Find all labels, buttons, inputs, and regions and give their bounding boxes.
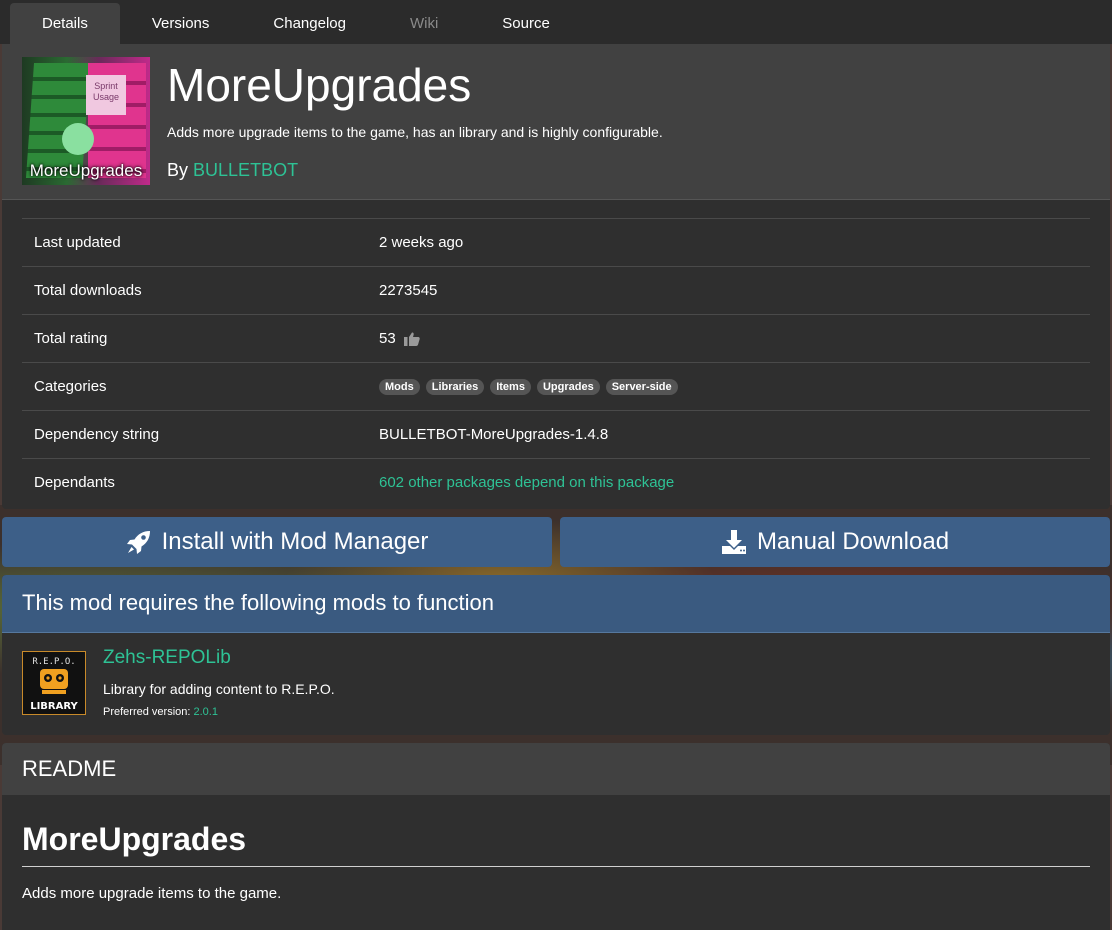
dependency-string-value[interactable]: BULLETBOT-MoreUpgrades-1.4.8 xyxy=(379,426,608,443)
repolib-icon-top: R.E.P.O. xyxy=(32,657,75,667)
info-value: 2 weeks ago xyxy=(379,234,464,251)
category-chip-items[interactable]: Items xyxy=(490,378,531,395)
category-chips: Mods Libraries Items Upgrades Server-sid… xyxy=(379,378,680,395)
logo-caption: MoreUpgrades xyxy=(29,161,143,180)
author-link[interactable]: BULLETBOT xyxy=(193,160,298,180)
info-row-rating: Total rating 53 xyxy=(22,314,1090,362)
dependency-icon[interactable]: R.E.P.O. LIBRARY xyxy=(22,651,86,715)
package-description: Adds more upgrade items to the game, has… xyxy=(167,124,663,140)
category-chip-mods[interactable]: Mods xyxy=(379,378,420,395)
dependency-description: Library for adding content to R.E.P.O. xyxy=(103,681,335,697)
dependencies-header: This mod requires the following mods to … xyxy=(2,575,1110,633)
dependency-name-link[interactable]: Zehs-REPOLib xyxy=(103,647,231,669)
version-label: Preferred version: xyxy=(103,706,191,718)
tab-bar: Details Versions Changelog Wiki Source xyxy=(0,0,1112,44)
readme-text: Adds more upgrade items to the game. xyxy=(22,885,282,902)
rating-count: 53 xyxy=(379,330,396,347)
dependencies-card: This mod requires the following mods to … xyxy=(2,575,1110,735)
info-label: Total rating xyxy=(34,330,108,347)
info-value: 2273545 xyxy=(379,282,438,299)
readme-card: README MoreUpgrades Adds more upgrade it… xyxy=(2,743,1110,930)
info-label: Categories xyxy=(34,378,107,395)
download-icon xyxy=(721,530,746,554)
package-header: Sprint Usage MoreUpgrades MoreUpgrades A… xyxy=(2,44,1110,200)
info-label: Dependants xyxy=(34,474,115,491)
tab-wiki[interactable]: Wiki xyxy=(378,3,470,44)
install-with-mod-manager-button[interactable]: Install with Mod Manager xyxy=(2,517,552,567)
tab-source[interactable]: Source xyxy=(470,3,582,44)
readme-title: MoreUpgrades xyxy=(22,821,1090,867)
manual-download-button[interactable]: Manual Download xyxy=(560,517,1110,567)
info-value-rating: 53 xyxy=(379,330,420,347)
info-row-dependency-string: Dependency string BULLETBOT-MoreUpgrades… xyxy=(22,410,1090,458)
info-label: Total downloads xyxy=(34,282,142,299)
download-button-label: Manual Download xyxy=(756,528,950,555)
info-row-last-updated: Last updated 2 weeks ago xyxy=(22,218,1090,266)
repolib-icon-bottom: LIBRARY xyxy=(30,701,78,712)
version-value: 2.0.1 xyxy=(193,706,218,718)
dependency-version: Preferred version: 2.0.1 xyxy=(103,706,218,718)
dependants-link[interactable]: 602 other packages depend on this packag… xyxy=(379,474,674,491)
package-logo: Sprint Usage MoreUpgrades xyxy=(22,57,150,185)
info-label: Dependency string xyxy=(34,426,160,443)
logo-badge xyxy=(62,123,94,155)
package-title: MoreUpgrades xyxy=(167,59,472,111)
tab-details[interactable]: Details xyxy=(10,3,120,44)
package-card: Sprint Usage MoreUpgrades MoreUpgrades A… xyxy=(2,44,1110,509)
category-chip-server-side[interactable]: Server-side xyxy=(605,378,678,395)
byline-prefix: By xyxy=(167,160,189,180)
repolib-logo-icon: R.E.P.O. LIBRARY xyxy=(23,652,85,714)
rocket-icon xyxy=(126,531,150,554)
thumbs-up-icon[interactable] xyxy=(403,332,420,346)
info-label: Last updated xyxy=(34,234,121,251)
info-row-categories: Categories Mods Libraries Items Upgrades… xyxy=(22,362,1090,410)
tab-changelog[interactable]: Changelog xyxy=(241,3,378,44)
tab-versions[interactable]: Versions xyxy=(120,3,242,44)
logo-note: Sprint Usage xyxy=(86,75,126,115)
category-chip-libraries[interactable]: Libraries xyxy=(425,378,485,395)
info-row-downloads: Total downloads 2273545 xyxy=(22,266,1090,314)
info-table: Last updated 2 weeks ago Total downloads… xyxy=(22,218,1090,506)
category-chip-upgrades[interactable]: Upgrades xyxy=(536,378,600,395)
dependency-item: R.E.P.O. LIBRARY Zehs-REPOLib Library fo… xyxy=(2,633,1110,733)
info-row-dependants: Dependants 602 other packages depend on … xyxy=(22,458,1090,506)
package-byline: By BULLETBOT xyxy=(167,160,298,181)
readme-header: README xyxy=(2,743,1110,795)
install-button-label: Install with Mod Manager xyxy=(161,528,429,555)
